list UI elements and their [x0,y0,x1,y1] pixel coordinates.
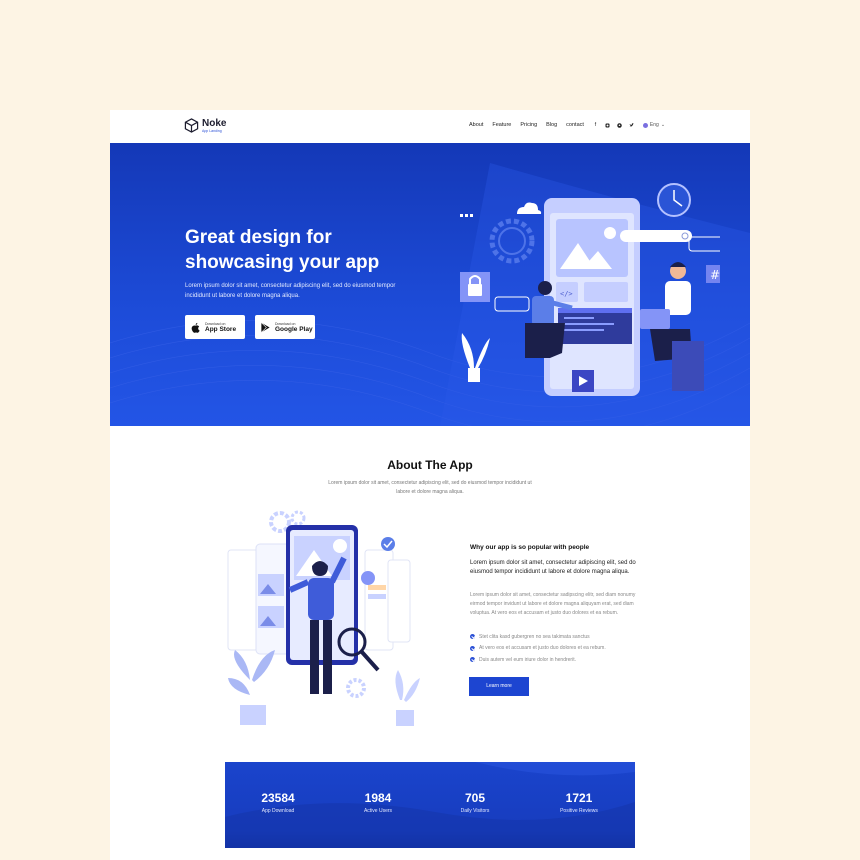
search-bar-illustration [620,230,692,242]
learn-more-button[interactable]: Learn more [469,677,529,696]
play-icon [572,370,594,392]
checklist-item: Duis autem vel eum iriure dolor in hendr… [470,654,640,666]
cloud-icon [517,202,542,214]
hero-illustration: </> # [460,183,720,396]
code-icon: </> [560,290,573,298]
chat-bubble-icon [688,236,720,252]
lock-icon [460,272,490,302]
google-play-button[interactable]: Download on Google Play [255,315,315,339]
check-badge-icon [381,537,395,551]
instagram-icon[interactable] [605,123,610,128]
google-play-icon [261,322,270,332]
checklist-text: Stet clita kasd gubergren no sea takimat… [479,633,590,640]
language-label: Eng [649,122,659,128]
brand-logo[interactable]: Noke App Landing [184,118,226,133]
cube-logo-icon [184,118,199,133]
nav-pricing[interactable]: Pricing [520,122,537,128]
plant-illustration [461,333,490,382]
stat-value: 1721 [565,791,593,805]
clock-icon [657,183,691,217]
stat-label: Active Users [363,808,393,814]
social-links: f [593,122,634,128]
why-popular-title: Why our app is so popular with people [470,544,590,551]
why-popular-lead: Lorem ipsum dolor sit amet, consectetur … [470,560,636,575]
why-popular-body: Lorem ipsum dolor sit amet, consectetur … [470,592,636,616]
hero-title: Great design for showcasing your app [185,225,445,275]
check-icon [470,645,475,651]
person-sitting-illustration [640,262,704,391]
stat-active-users: 1984 Active Users [328,791,428,814]
stat-label: Daily Visitors [460,808,490,814]
check-icon [470,634,475,640]
hero-section: Great design for showcasing your app Lor… [110,143,750,426]
checklist-text: Duis autem vel eum iriure dolor in hendr… [479,656,576,663]
about-illustration [227,510,420,726]
stat-value: 1984 [364,791,392,805]
hero-description: Lorem ipsum dolor sit amet, consectetur … [185,283,396,299]
nav-feature[interactable]: Feature [492,122,511,128]
stat-app-download: 23584 App Download [228,791,328,814]
top-navbar: Noke App Landing About Feature Pricing B… [110,110,750,143]
stat-positive-reviews: 1721 Positive Reviews [529,791,629,814]
landing-page: Noke App Landing About Feature Pricing B… [110,110,750,860]
nav-about[interactable]: About [469,122,483,128]
hero-title-line1: Great design for [185,227,332,248]
stat-label: App Download [261,808,295,814]
plant-left-illustration [228,650,275,725]
svg-text:#: # [710,268,720,282]
user-icon [361,571,375,585]
facebook-icon[interactable]: f [593,122,598,128]
pinterest-icon[interactable] [617,122,622,128]
about-subtitle: Lorem ipsum dolor sit amet, consectetur … [328,480,532,495]
stat-value: 705 [464,791,486,805]
main-nav: About Feature Pricing Blog contact f Eng… [469,122,665,128]
brand-tagline: App Landing [202,128,222,133]
google-play-label: Google Play [275,325,313,333]
plant-right-illustration [395,670,420,726]
apple-icon [191,322,200,333]
brand-name: Noke [202,117,227,129]
hero-title-line2: showcasing your app [185,252,380,273]
checklist-item: At vero eos et accusam et justo duo dolo… [470,643,640,655]
stat-value: 23584 [261,791,295,805]
chevron-down-icon: ⌄ [660,122,666,128]
check-icon [470,657,475,663]
twitter-icon[interactable] [629,122,634,128]
globe-icon [642,122,648,128]
nav-blog[interactable]: Blog [546,122,557,128]
stats-banner: 23584 App Download 1984 Active Users 705… [225,762,635,848]
feature-checklist: Stet clita kasd gubergren no sea takimat… [470,631,640,666]
gear-icon [346,678,366,698]
about-title: About The App [387,458,473,472]
app-store-label: App Store [205,325,237,333]
gear-icon [489,218,535,264]
stat-label: Positive Reviews [560,808,598,814]
checklist-item: Stet clita kasd gubergren no sea takimat… [470,631,640,643]
checklist-text: At vero eos et accusam et justo duo dolo… [479,645,606,652]
stat-daily-visitors: 705 Daily Visitors [425,791,525,814]
app-store-button[interactable]: Download on App Store [185,315,245,339]
nav-contact[interactable]: contact [566,122,584,128]
language-selector[interactable]: Eng ⌄ [642,122,666,128]
dots-icon [460,214,473,217]
